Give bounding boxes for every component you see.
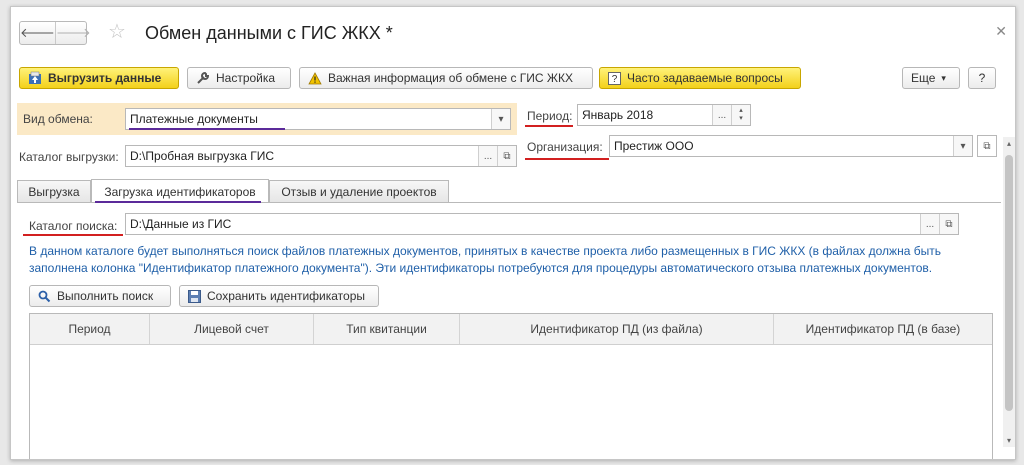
save-identifiers-label: Сохранить идентификаторы bbox=[207, 289, 366, 303]
exchange-type-label: Вид обмена: bbox=[23, 112, 93, 126]
search-icon bbox=[38, 290, 51, 303]
exchange-window: 🡐 🡒 ☆ Обмен данными с ГИС ЖКХ * ✕ Выгруз… bbox=[10, 6, 1016, 460]
more-label: Еще bbox=[911, 71, 936, 85]
search-dir-underline bbox=[23, 234, 123, 236]
column-header-id-file[interactable]: Идентификатор ПД (из файла) bbox=[460, 314, 774, 344]
export-dir-field[interactable]: D:\Пробная выгрузка ГИС ... ⧉ bbox=[125, 145, 517, 167]
dropdown-arrow-icon[interactable]: ▾ bbox=[953, 136, 972, 156]
search-button[interactable]: Выполнить поиск bbox=[29, 285, 171, 307]
help-button[interactable]: ? bbox=[968, 67, 996, 89]
info-text: В данном каталоге будет выполняться поис… bbox=[29, 244, 941, 275]
tab-label: Выгрузка bbox=[28, 184, 80, 199]
choose-ellipsis-icon[interactable]: ... bbox=[712, 105, 731, 125]
search-dir-value: D:\Данные из ГИС bbox=[130, 217, 232, 231]
important-info-button[interactable]: Важная информация об обмене с ГИС ЖКХ bbox=[299, 67, 593, 89]
table-header: Период Лицевой счет Тип квитанции Иденти… bbox=[30, 314, 992, 345]
save-disk-icon bbox=[188, 289, 201, 303]
dropdown-arrow-icon: ▾ bbox=[941, 72, 946, 83]
scroll-up-icon[interactable]: ▴ bbox=[1004, 139, 1014, 148]
choose-ellipsis-icon[interactable]: ... bbox=[478, 146, 497, 166]
warning-icon bbox=[308, 71, 322, 85]
faq-button[interactable]: ? Часто задаваемые вопросы bbox=[599, 67, 801, 89]
save-identifiers-button[interactable]: Сохранить идентификаторы bbox=[179, 285, 379, 307]
dropdown-arrow-icon[interactable]: ▾ bbox=[491, 109, 510, 129]
back-arrow-icon[interactable]: 🡐 bbox=[20, 22, 55, 44]
help-label: ? bbox=[978, 71, 986, 85]
nav-buttons: 🡐 🡒 bbox=[19, 21, 91, 45]
wrench-icon bbox=[196, 71, 210, 85]
exchange-type-value: Платежные документы bbox=[130, 112, 258, 126]
column-header-id-db[interactable]: Идентификатор ПД (в базе) bbox=[774, 314, 992, 344]
column-header-account[interactable]: Лицевой счет bbox=[150, 314, 314, 344]
column-header-period[interactable]: Период bbox=[30, 314, 150, 344]
exchange-type-select[interactable]: Платежные документы ▾ bbox=[125, 108, 511, 130]
close-icon[interactable]: ✕ bbox=[995, 23, 1007, 40]
search-dir-field[interactable]: D:\Данные из ГИС ... ⧉ bbox=[125, 213, 959, 235]
exchange-type-underline bbox=[129, 128, 285, 130]
window-scrollbar[interactable]: ▴ ▾ bbox=[1003, 137, 1015, 447]
choose-ellipsis-icon[interactable]: ... bbox=[920, 214, 939, 234]
spin-icon[interactable]: ▴ ▾ bbox=[731, 105, 750, 125]
org-value: Престиж ООО bbox=[614, 139, 694, 153]
period-label: Период: bbox=[527, 109, 573, 123]
tab-upload[interactable]: Выгрузка bbox=[17, 180, 91, 202]
org-open-button[interactable]: ⧉ bbox=[977, 135, 997, 157]
tab-recall-projects[interactable]: Отзыв и удаление проектов bbox=[269, 180, 449, 202]
scroll-thumb[interactable] bbox=[1005, 155, 1013, 411]
settings-button[interactable]: Настройка bbox=[187, 67, 291, 89]
org-label: Организация: bbox=[527, 140, 603, 154]
question-box-icon: ? bbox=[608, 71, 621, 85]
export-dir-value: D:\Пробная выгрузка ГИС bbox=[130, 149, 275, 163]
active-tab-underline bbox=[95, 201, 261, 203]
identifiers-table[interactable]: Период Лицевой счет Тип квитанции Иденти… bbox=[29, 313, 993, 459]
open-icon: ⧉ bbox=[983, 140, 991, 152]
org-underline bbox=[525, 158, 609, 160]
tab-label: Отзыв и удаление проектов bbox=[281, 184, 437, 199]
period-field[interactable]: Январь 2018 ... ▴ ▾ bbox=[577, 104, 751, 126]
scroll-down-icon[interactable]: ▾ bbox=[1004, 436, 1014, 445]
page-title: Обмен данными с ГИС ЖКХ * bbox=[145, 23, 393, 43]
column-header-receipt-type[interactable]: Тип квитанции bbox=[314, 314, 460, 344]
tab-load-identifiers[interactable]: Загрузка идентификаторов bbox=[91, 179, 269, 203]
search-dir-label: Каталог поиска: bbox=[29, 219, 118, 233]
period-value: Январь 2018 bbox=[582, 108, 654, 122]
more-button[interactable]: Еще ▾ bbox=[902, 67, 960, 89]
forward-arrow-icon[interactable]: 🡒 bbox=[54, 22, 91, 44]
upload-label: Выгрузить данные bbox=[48, 71, 162, 85]
period-underline bbox=[525, 125, 573, 127]
upload-data-button[interactable]: Выгрузить данные bbox=[19, 67, 179, 89]
tab-label: Загрузка идентификаторов bbox=[104, 184, 256, 199]
open-icon[interactable]: ⧉ bbox=[497, 146, 516, 166]
export-dir-label: Каталог выгрузки: bbox=[19, 150, 119, 164]
favorite-star-icon[interactable]: ☆ bbox=[108, 21, 126, 43]
open-icon[interactable]: ⧉ bbox=[939, 214, 958, 234]
org-select[interactable]: Престиж ООО ▾ bbox=[609, 135, 973, 157]
settings-label: Настройка bbox=[216, 71, 276, 85]
search-button-label: Выполнить поиск bbox=[57, 289, 154, 303]
important-label: Важная информация об обмене с ГИС ЖКХ bbox=[328, 71, 573, 85]
faq-label: Часто задаваемые вопросы bbox=[627, 71, 783, 85]
upload-icon bbox=[28, 71, 42, 85]
svg-text:?: ? bbox=[612, 74, 618, 85]
